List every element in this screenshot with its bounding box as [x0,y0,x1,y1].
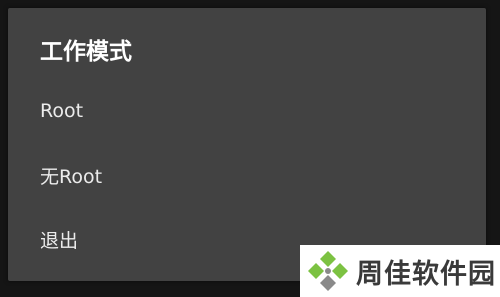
work-mode-dialog: 工作模式 Root 无Root 退出 [8,8,486,281]
dialog-title: 工作模式 [40,39,132,65]
watermark-text: 周佳软件园 [356,258,496,290]
site-watermark: 周佳软件园 [300,245,500,297]
option-no-root[interactable]: 无Root [8,147,486,203]
option-root-label: Root [40,100,84,122]
option-exit-label: 退出 [40,229,79,252]
option-root[interactable]: Root [8,83,486,139]
option-no-root-label: 无Root [40,165,103,188]
site-logo-icon [308,251,348,291]
